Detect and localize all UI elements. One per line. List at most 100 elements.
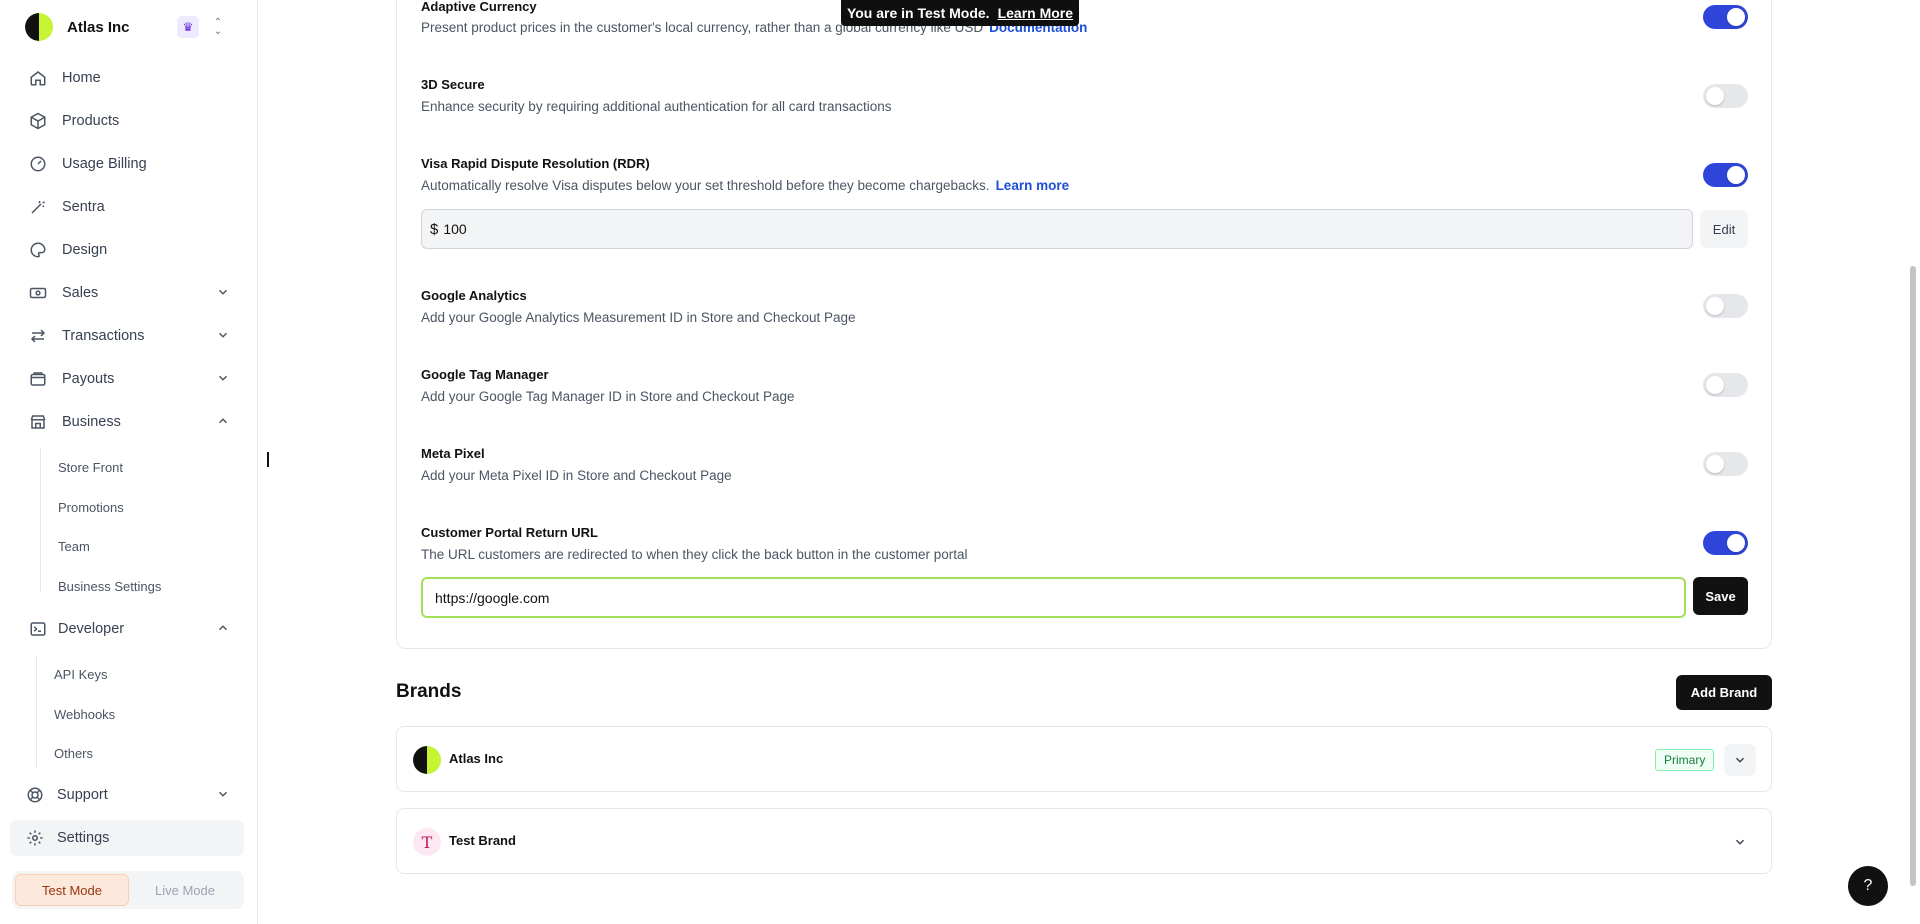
3d-secure-desc: Enhance security by requiring additional… — [421, 99, 892, 114]
gear-icon — [25, 828, 45, 848]
sidebar-item-home[interactable]: Home — [10, 60, 244, 96]
portal-return-url-input[interactable]: https://google.com — [421, 577, 1686, 618]
sidebar-item-support[interactable]: Support — [10, 777, 244, 813]
wallet-icon — [28, 369, 48, 389]
sidebar-item-label: Payouts — [62, 371, 115, 387]
sidebar-item-label: Design — [62, 242, 108, 258]
chevron-down-icon — [216, 328, 230, 342]
sidebar-item-label: Usage Billing — [62, 156, 147, 172]
rdr-desc: Automatically resolve Visa disputes belo… — [421, 178, 1070, 193]
subnav-line — [40, 448, 41, 592]
sidebar-item-settings[interactable]: Settings — [10, 820, 244, 856]
brands-heading: Brands — [396, 681, 462, 702]
sidebar-item-label: Products — [62, 113, 120, 129]
meta-pixel-title: Meta Pixel — [421, 446, 485, 461]
chevron-down-icon — [216, 371, 230, 385]
crown-icon[interactable]: ♛ — [177, 16, 199, 38]
portal-return-title: Customer Portal Return URL — [421, 525, 598, 540]
arrows-left-right-icon — [28, 326, 48, 346]
google-tag-manager-title: Google Tag Manager — [421, 367, 549, 382]
sidebar-subitem-team[interactable]: Team — [58, 539, 90, 554]
sidebar-item-developer[interactable]: Developer — [10, 611, 244, 647]
banknote-icon — [28, 283, 48, 303]
sidebar-subitem-webhooks[interactable]: Webhooks — [54, 707, 115, 722]
dollar-sign: $ — [430, 220, 439, 238]
rdr-threshold-value: 100 — [443, 221, 467, 237]
mode-toggle: Test Mode Live Mode — [12, 871, 244, 909]
chevron-down-icon — [216, 285, 230, 299]
test-mode-button[interactable]: Test Mode — [15, 874, 129, 906]
rdr-title: Visa Rapid Dispute Resolution (RDR) — [421, 156, 650, 171]
google-analytics-toggle[interactable] — [1703, 294, 1748, 318]
store-icon — [28, 412, 48, 432]
live-mode-button[interactable]: Live Mode — [129, 874, 241, 906]
sidebar-item-label: Sentra — [62, 199, 105, 215]
sidebar-subitem-others[interactable]: Others — [54, 746, 93, 761]
org-switcher[interactable]: Atlas Inc ♛ ⌃ ⌄ — [25, 12, 235, 42]
palette-icon — [28, 240, 48, 260]
chevron-down-icon — [216, 787, 230, 801]
sidebar-item-label: Home — [62, 70, 101, 86]
org-name: Atlas Inc — [67, 18, 130, 36]
meta-pixel-desc: Add your Meta Pixel ID in Store and Chec… — [421, 468, 732, 483]
sidebar-item-label: Sales — [62, 285, 99, 301]
package-icon — [28, 111, 48, 131]
adaptive-currency-toggle[interactable] — [1703, 5, 1748, 29]
sidebar-item-sentra[interactable]: Sentra — [10, 189, 244, 225]
sidebar-item-transactions[interactable]: Transactions — [10, 318, 244, 354]
gauge-icon — [28, 154, 48, 174]
chevron-up-icon — [216, 414, 230, 428]
rdr-threshold-field[interactable]: $ 100 — [421, 209, 1693, 249]
brand-logo — [413, 746, 441, 774]
google-analytics-desc: Add your Google Analytics Measurement ID… — [421, 310, 856, 325]
home-icon — [28, 68, 48, 88]
edit-threshold-button[interactable]: Edit — [1700, 210, 1748, 248]
sidebar-subitem-promotions[interactable]: Promotions — [58, 500, 124, 515]
scrollbar[interactable] — [1910, 266, 1916, 886]
sidebar-item-label: Business — [62, 414, 121, 430]
rdr-learn-more-link[interactable]: Learn more — [996, 178, 1070, 193]
sidebar-subitem-business-settings[interactable]: Business Settings — [58, 579, 161, 594]
brand-card[interactable]: T Test Brand — [396, 808, 1772, 874]
portal-return-toggle[interactable] — [1703, 531, 1748, 555]
3d-secure-toggle[interactable] — [1703, 84, 1748, 108]
text-cursor — [267, 452, 269, 467]
brand-avatar: T — [413, 828, 441, 856]
save-button[interactable]: Save — [1693, 577, 1748, 615]
google-analytics-title: Google Analytics — [421, 288, 527, 303]
meta-pixel-toggle[interactable] — [1703, 452, 1748, 476]
3d-secure-title: 3D Secure — [421, 77, 485, 92]
org-logo — [25, 13, 53, 41]
banner-text: You are in Test Mode. — [846, 5, 990, 21]
banner-learn-more-link[interactable]: Learn More — [998, 5, 1073, 21]
portal-return-url-value: https://google.com — [435, 589, 550, 606]
rdr-toggle[interactable] — [1703, 163, 1748, 187]
sidebar-subitem-api-keys[interactable]: API Keys — [54, 667, 107, 682]
chevron-up-down-icon[interactable]: ⌃ ⌄ — [211, 16, 225, 38]
terminal-icon — [28, 619, 48, 639]
sidebar-item-business[interactable]: Business — [10, 404, 244, 440]
sidebar-item-sales[interactable]: Sales — [10, 275, 244, 311]
help-button[interactable]: ? — [1848, 866, 1888, 906]
brand-card[interactable]: Atlas Inc Primary — [396, 726, 1772, 792]
add-brand-button[interactable]: Add Brand — [1676, 675, 1772, 710]
google-tag-manager-toggle[interactable] — [1703, 373, 1748, 397]
sidebar-item-label: Transactions — [62, 328, 145, 344]
lifebuoy-icon — [25, 785, 45, 805]
sidebar-item-label: Settings — [57, 830, 110, 846]
sidebar-item-design[interactable]: Design — [10, 232, 244, 268]
wand-icon — [28, 197, 48, 217]
chevron-down-icon[interactable] — [1724, 826, 1756, 858]
chevron-down-icon[interactable] — [1724, 744, 1756, 776]
brand-name: Test Brand — [449, 833, 516, 848]
chevron-up-icon — [216, 621, 230, 635]
portal-return-desc: The URL customers are redirected to when… — [421, 547, 968, 562]
sidebar-subitem-store-front[interactable]: Store Front — [58, 460, 123, 475]
adaptive-currency-title: Adaptive Currency — [421, 0, 537, 14]
sidebar-item-usage-billing[interactable]: Usage Billing — [10, 146, 244, 182]
sidebar: Atlas Inc ♛ ⌃ ⌄ Home Products Usage Billi… — [0, 0, 258, 924]
subnav-line — [36, 656, 37, 768]
sidebar-item-payouts[interactable]: Payouts — [10, 361, 244, 397]
sidebar-item-products[interactable]: Products — [10, 103, 244, 139]
test-mode-banner: You are in Test Mode. Learn More — [841, 0, 1079, 26]
